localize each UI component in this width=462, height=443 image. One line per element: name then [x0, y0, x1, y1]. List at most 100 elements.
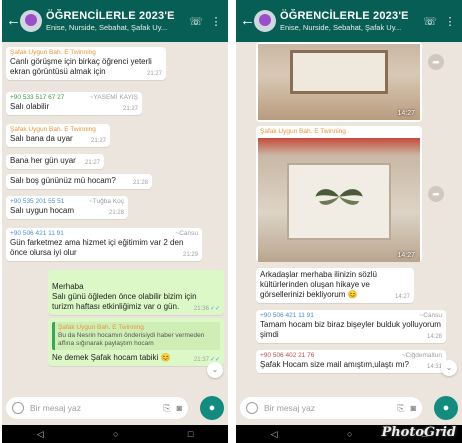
- message-text: Canlı görüşme için birkaç öğrenci yeterl…: [10, 57, 152, 76]
- chat-screen-right: ← ÖĞRENCİLERLE 2023'E Enise, Nurside, Se…: [236, 0, 462, 443]
- message-bubble: Arkadaşlar merhaba ilinizin sözlü kültür…: [256, 268, 414, 303]
- sender-phone: +90 506 402 21 76: [260, 352, 315, 359]
- emoji-icon[interactable]: [246, 402, 258, 414]
- message-bubble: Salı boş gününüz mü hocam? 21:28: [6, 174, 152, 189]
- message-bubble-outgoing: Merhaba Salı günü öğleden önce olabilir …: [48, 270, 224, 315]
- sender-name: Şafak Uygun Bah. E Twinning: [10, 49, 96, 56]
- image-time: 14:27: [397, 252, 415, 259]
- message-time: 14:31: [426, 364, 442, 370]
- attach-icon[interactable]: ⎘: [397, 403, 404, 414]
- image-message[interactable]: Şafak Uygun Bah. E Twinning 14:27: [256, 126, 422, 262]
- share-icon[interactable]: ➦: [428, 54, 444, 70]
- scroll-down-icon[interactable]: ⌄: [441, 360, 457, 376]
- message-text: Gün farketmez ama hizmet içi eğitimim va…: [10, 238, 184, 257]
- message-bubble: Şafak Uygun Bah. E Twinning Salı bana da…: [6, 124, 110, 147]
- message-time: 14:28: [426, 334, 442, 340]
- quoted-text: Bu da Nesrin hocamın önderisiydi haber v…: [58, 332, 205, 347]
- message-bubble: +90 535 201 55 51 ~Tuğba Koç Salı uygun h…: [6, 196, 128, 219]
- chat-header: ← ÖĞRENCİLERLE 2023'E Enise, Nurside, Se…: [236, 0, 462, 42]
- message-input-bar[interactable]: Bir mesaj yaz ⎘ ◙: [6, 397, 188, 419]
- shared-photo[interactable]: 14:27: [258, 138, 420, 262]
- emoji: 😊: [160, 353, 171, 362]
- group-title: ÖĞRENCİLERLE 2023'E: [280, 10, 409, 22]
- image-time: 14:27: [397, 110, 415, 117]
- message-time: 21:37: [193, 357, 209, 363]
- group-title: ÖĞRENCİLERLE 2023'E: [46, 10, 175, 22]
- message-text: Merhaba Salı günü öğleden önce olabilir …: [52, 282, 197, 311]
- sender-phone: +90 506 421 11 91: [260, 312, 314, 319]
- nav-home-icon[interactable]: ○: [113, 429, 118, 439]
- message-bubble: Şafak Uygun Bah. E Twinning Canlı görüşm…: [6, 47, 166, 80]
- video-call-icon[interactable]: ☏: [422, 15, 438, 28]
- message-text: Ne demek Şafak hocam tabiki: [52, 353, 159, 362]
- message-text: Şafak Hocam size mail amıştım,ulaştı mı?: [260, 360, 409, 369]
- attach-icon[interactable]: ⎘: [163, 403, 170, 414]
- ornament-graphic: [315, 188, 363, 205]
- message-text: Salı boş gününüz mü hocam?: [10, 176, 116, 185]
- message-time: 21:27: [90, 138, 106, 144]
- sender-alias: ~Tuğba Koç: [89, 198, 124, 205]
- emoji: 😊: [347, 290, 358, 299]
- message-text: Arkadaşlar merhaba ilinizin sözlü kültür…: [260, 270, 377, 299]
- photo-frame: [290, 50, 388, 95]
- message-time: 21:29: [182, 252, 198, 258]
- menu-dots-icon[interactable]: ⋮: [208, 15, 224, 28]
- nav-back-icon[interactable]: ◁: [271, 429, 278, 440]
- message-time: 21:36: [193, 306, 209, 312]
- message-text: Salı bana da uyar: [10, 134, 73, 143]
- mic-icon[interactable]: ●: [434, 396, 458, 420]
- message-text: Salı olabilir: [10, 102, 50, 111]
- photogrid-watermark: PhotoGrid: [381, 425, 456, 440]
- sender-phone: +90 533 517 67 27: [10, 94, 65, 101]
- sender-alias: ~Ciğdemaltun: [401, 352, 442, 359]
- quoted-sender: Şafak Uygun Bah. E Twinning: [58, 324, 144, 331]
- message-input[interactable]: Bir mesaj yaz: [30, 403, 157, 413]
- message-text: Salı uygun hocam: [10, 206, 75, 215]
- message-bubble: +90 506 402 21 76 ~Ciğdemaltun Şafak Hoca…: [256, 350, 446, 373]
- message-time: 21:28: [132, 180, 148, 186]
- scroll-down-icon[interactable]: ⌄: [207, 362, 223, 378]
- message-time: 14:27: [394, 294, 410, 300]
- header-titles[interactable]: ÖĞRENCİLERLE 2023'E Enise, Nurside, Seba…: [46, 10, 184, 32]
- message-time: 21:27: [84, 160, 100, 166]
- camera-icon[interactable]: ◙: [411, 403, 416, 413]
- chat-screen-left: ← ÖĞRENCİLERLE 2023'E Enise, Nurside, Se…: [2, 0, 228, 443]
- video-call-icon[interactable]: ☏: [188, 15, 204, 28]
- group-avatar[interactable]: [254, 10, 276, 32]
- group-members: Enise, Nurside, Sebahat, Şafak Uy...: [46, 23, 168, 32]
- camera-icon[interactable]: ◙: [177, 403, 182, 413]
- sender-name: Şafak Uygun Bah. E Twinning: [10, 126, 96, 133]
- image-message[interactable]: 14:27: [256, 42, 422, 122]
- chat-header: ← ÖĞRENCİLERLE 2023'E Enise, Nurside, Se…: [2, 0, 228, 42]
- nav-home-icon[interactable]: ○: [347, 429, 352, 439]
- back-arrow-icon[interactable]: ←: [6, 13, 21, 28]
- message-bubble: +90 533 517 67 27 ~YASEMİ KAYIŞ Salı olab…: [6, 92, 142, 115]
- group-members: Enise, Nurside, Sebahat, Şafak Uy...: [280, 23, 402, 32]
- message-bubble-outgoing: Şafak Uygun Bah. E Twinning Bu da Nesrin…: [48, 318, 224, 366]
- collage: ← ÖĞRENCİLERLE 2023'E Enise, Nurside, Se…: [0, 0, 462, 443]
- quoted-message[interactable]: Şafak Uygun Bah. E Twinning Bu da Nesrin…: [52, 322, 220, 350]
- sender-alias: ~YASEMİ KAYIŞ: [89, 94, 138, 101]
- message-text: Tamam hocam biz biraz bişeyler bulduk yo…: [260, 320, 441, 339]
- back-arrow-icon[interactable]: ←: [240, 13, 255, 28]
- sender-phone: +90 506 421 11 91: [10, 230, 64, 237]
- message-input-bar[interactable]: Bir mesaj yaz ⎘ ◙: [240, 397, 422, 419]
- emoji-icon[interactable]: [12, 402, 24, 414]
- sender-phone: +90 535 201 55 51: [10, 198, 65, 205]
- message-time: 21:27: [146, 71, 162, 77]
- header-titles[interactable]: ÖĞRENCİLERLE 2023'E Enise, Nurside, Seba…: [280, 10, 418, 32]
- message-time: 21:27: [122, 106, 138, 112]
- double-check-icon: ✓✓: [209, 306, 220, 312]
- message-input[interactable]: Bir mesaj yaz: [264, 403, 391, 413]
- message-text: Bana her gün uyar: [10, 156, 76, 165]
- android-nav-bar: ◁ ○ □: [2, 425, 228, 443]
- mic-icon[interactable]: ●: [200, 396, 224, 420]
- group-avatar[interactable]: [20, 10, 42, 32]
- shared-photo[interactable]: 14:27: [258, 44, 420, 120]
- nav-recents-icon[interactable]: □: [188, 429, 193, 439]
- share-icon[interactable]: ➦: [428, 186, 444, 202]
- message-bubble: +90 506 421 11 91 ~Cansu Gün farketmez am…: [6, 228, 202, 261]
- menu-dots-icon[interactable]: ⋮: [442, 15, 458, 28]
- message-bubble: +90 506 421 11 91 ~Cansu Tamam hocam biz …: [256, 310, 446, 343]
- nav-back-icon[interactable]: ◁: [37, 429, 44, 440]
